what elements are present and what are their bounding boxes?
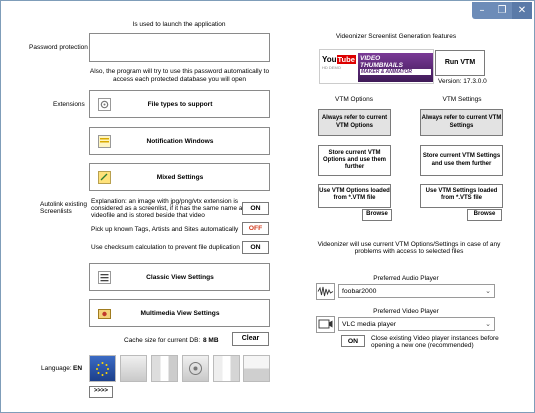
version-label: Version: 17.3.0.0 <box>438 78 487 85</box>
cache-size-label: Cache size for current DB: <box>124 337 201 344</box>
run-vtm-button[interactable]: Run VTM <box>435 50 485 76</box>
language-tile-5[interactable] <box>213 355 240 382</box>
pickup-tags-text: Pick up known Tags, Artists and Sites au… <box>91 226 239 233</box>
emblem-icon <box>189 362 202 375</box>
vtm-settings-header: VTM Settings <box>442 96 482 103</box>
notification-windows-label: Notification Windows <box>146 137 214 145</box>
mixed-settings-label: Mixed Settings <box>156 173 204 181</box>
video-player-value: VLC media player <box>342 320 397 328</box>
language-tile-3[interactable] <box>151 355 178 382</box>
fallback-note-2: problems with access to selected files <box>354 248 464 255</box>
language-value: EN <box>73 365 83 372</box>
gear-icon <box>97 97 111 111</box>
language-tile-6[interactable] <box>243 355 270 382</box>
autolink-explanation-3: videofile and is stored beside that vide… <box>91 212 205 219</box>
autolink-explanation-2: considered as a screenlist, if it has th… <box>91 205 252 212</box>
mixed-settings-button[interactable]: Mixed Settings <box>89 163 270 191</box>
close-existing-player-toggle[interactable]: ON <box>341 335 365 347</box>
close-existing-text-1: Close existing Video player instances be… <box>371 335 499 342</box>
vtm-banner-line-3: MAKER & ANIMATOR <box>360 69 431 75</box>
vtm-banner: VIDEO THUMBNAILS MAKER & ANIMATOR <box>358 53 433 82</box>
store-options-button[interactable]: Store current VTM Options and use them f… <box>318 145 391 176</box>
youtube-you: You <box>322 55 337 64</box>
window-controls: – ❐ ✕ <box>472 2 532 19</box>
use-settings-file-button[interactable]: Use VTM Settings loaded from *.VTS file <box>420 184 503 208</box>
audio-player-value: foobar2000 <box>342 287 377 295</box>
close-button[interactable]: ✕ <box>512 2 532 19</box>
checksum-text: Use checksum calculation to prevent file… <box>91 244 240 251</box>
autolink-toggle[interactable]: ON <box>242 202 269 215</box>
browse-options-button[interactable]: Browse <box>362 209 392 221</box>
close-existing-text-2: opening a new one (recommended) <box>371 342 474 349</box>
restore-button[interactable]: ❐ <box>492 2 512 19</box>
sticky-note-icon <box>97 170 111 184</box>
language-flag-eu[interactable] <box>89 355 116 382</box>
fallback-note-1: Videonizer will use current VTM Options/… <box>317 241 501 248</box>
notification-windows-button[interactable]: Notification Windows <box>89 127 270 155</box>
video-player-label: Preferred Video Player <box>373 308 439 315</box>
autolink-explanation-1: Explanation: an image with jpg/png/vtx e… <box>91 198 239 205</box>
multimedia-view-label: Multimedia View Settings <box>140 309 220 317</box>
audio-waveform-icon <box>316 283 335 300</box>
vtm-banner-line-1: VIDEO <box>360 55 381 62</box>
use-options-file-button[interactable]: Use VTM Options loaded from *.VTM file <box>318 184 391 208</box>
browse-settings-button[interactable]: Browse <box>467 209 502 221</box>
autolink-label-1: Autolink existing <box>40 201 87 208</box>
password-note-1: Also, the program will try to use this p… <box>89 68 270 75</box>
clear-cache-button[interactable]: Clear <box>232 332 269 346</box>
launch-caption: Is used to launch the application <box>132 21 226 28</box>
file-types-button[interactable]: File types to support <box>89 90 270 118</box>
more-languages-button[interactable]: >>>> <box>89 386 113 398</box>
multimedia-icon <box>97 306 111 320</box>
password-note-2: access each protected database you will … <box>113 76 246 83</box>
audio-player-label: Preferred Audio Player <box>373 275 439 282</box>
classic-view-label: Classic View Settings <box>146 273 214 281</box>
youtube-tube: Tube <box>336 55 356 64</box>
language-label: Language: <box>41 365 72 372</box>
audio-player-dropdown[interactable]: foobar2000 ⌄ <box>338 284 495 298</box>
cache-size-value: 8 MB <box>203 337 219 344</box>
language-tile-2[interactable] <box>120 355 147 382</box>
youtube-hd-demo: HD DEMO <box>322 65 341 70</box>
minimize-button[interactable]: – <box>472 2 492 19</box>
file-types-label: File types to support <box>147 100 213 108</box>
features-title: Videonizer Screenlist Generation feature… <box>335 33 457 40</box>
chevron-down-icon: ⌄ <box>485 288 491 295</box>
password-input[interactable] <box>89 33 270 62</box>
notification-icon <box>97 134 111 148</box>
language-tile-4[interactable] <box>182 355 209 382</box>
autolink-label-2: Screenlists <box>40 208 72 215</box>
vtm-banner-line-2: THUMBNAILS <box>360 62 403 69</box>
vtm-options-header: VTM Options <box>335 96 373 103</box>
always-refer-settings-button[interactable]: Always refer to current VTM Settings <box>420 109 503 136</box>
classic-view-button[interactable]: Classic View Settings <box>89 263 270 291</box>
password-label: Password protection <box>29 44 88 51</box>
eu-stars-icon <box>96 362 109 376</box>
store-settings-button[interactable]: Store current VTM Settings and use them … <box>420 145 503 176</box>
extensions-label: Extensions <box>53 101 85 108</box>
list-icon <box>97 270 111 284</box>
multimedia-view-button[interactable]: Multimedia View Settings <box>89 299 270 327</box>
pickup-tags-toggle[interactable]: OFF <box>242 222 269 235</box>
video-player-dropdown[interactable]: VLC media player ⌄ <box>338 317 495 331</box>
video-player-icon <box>316 316 335 333</box>
checksum-toggle[interactable]: ON <box>242 241 269 254</box>
vtm-logo: YouTube HD DEMO VIDEO THUMBNAILS MAKER &… <box>319 49 434 84</box>
settings-window: – ❐ ✕ Is used to launch the application … <box>0 0 535 413</box>
chevron-down-icon: ⌄ <box>485 321 491 328</box>
youtube-logo: YouTube HD DEMO <box>322 55 356 77</box>
always-refer-options-button[interactable]: Always refer to current VTM Options <box>318 109 391 136</box>
